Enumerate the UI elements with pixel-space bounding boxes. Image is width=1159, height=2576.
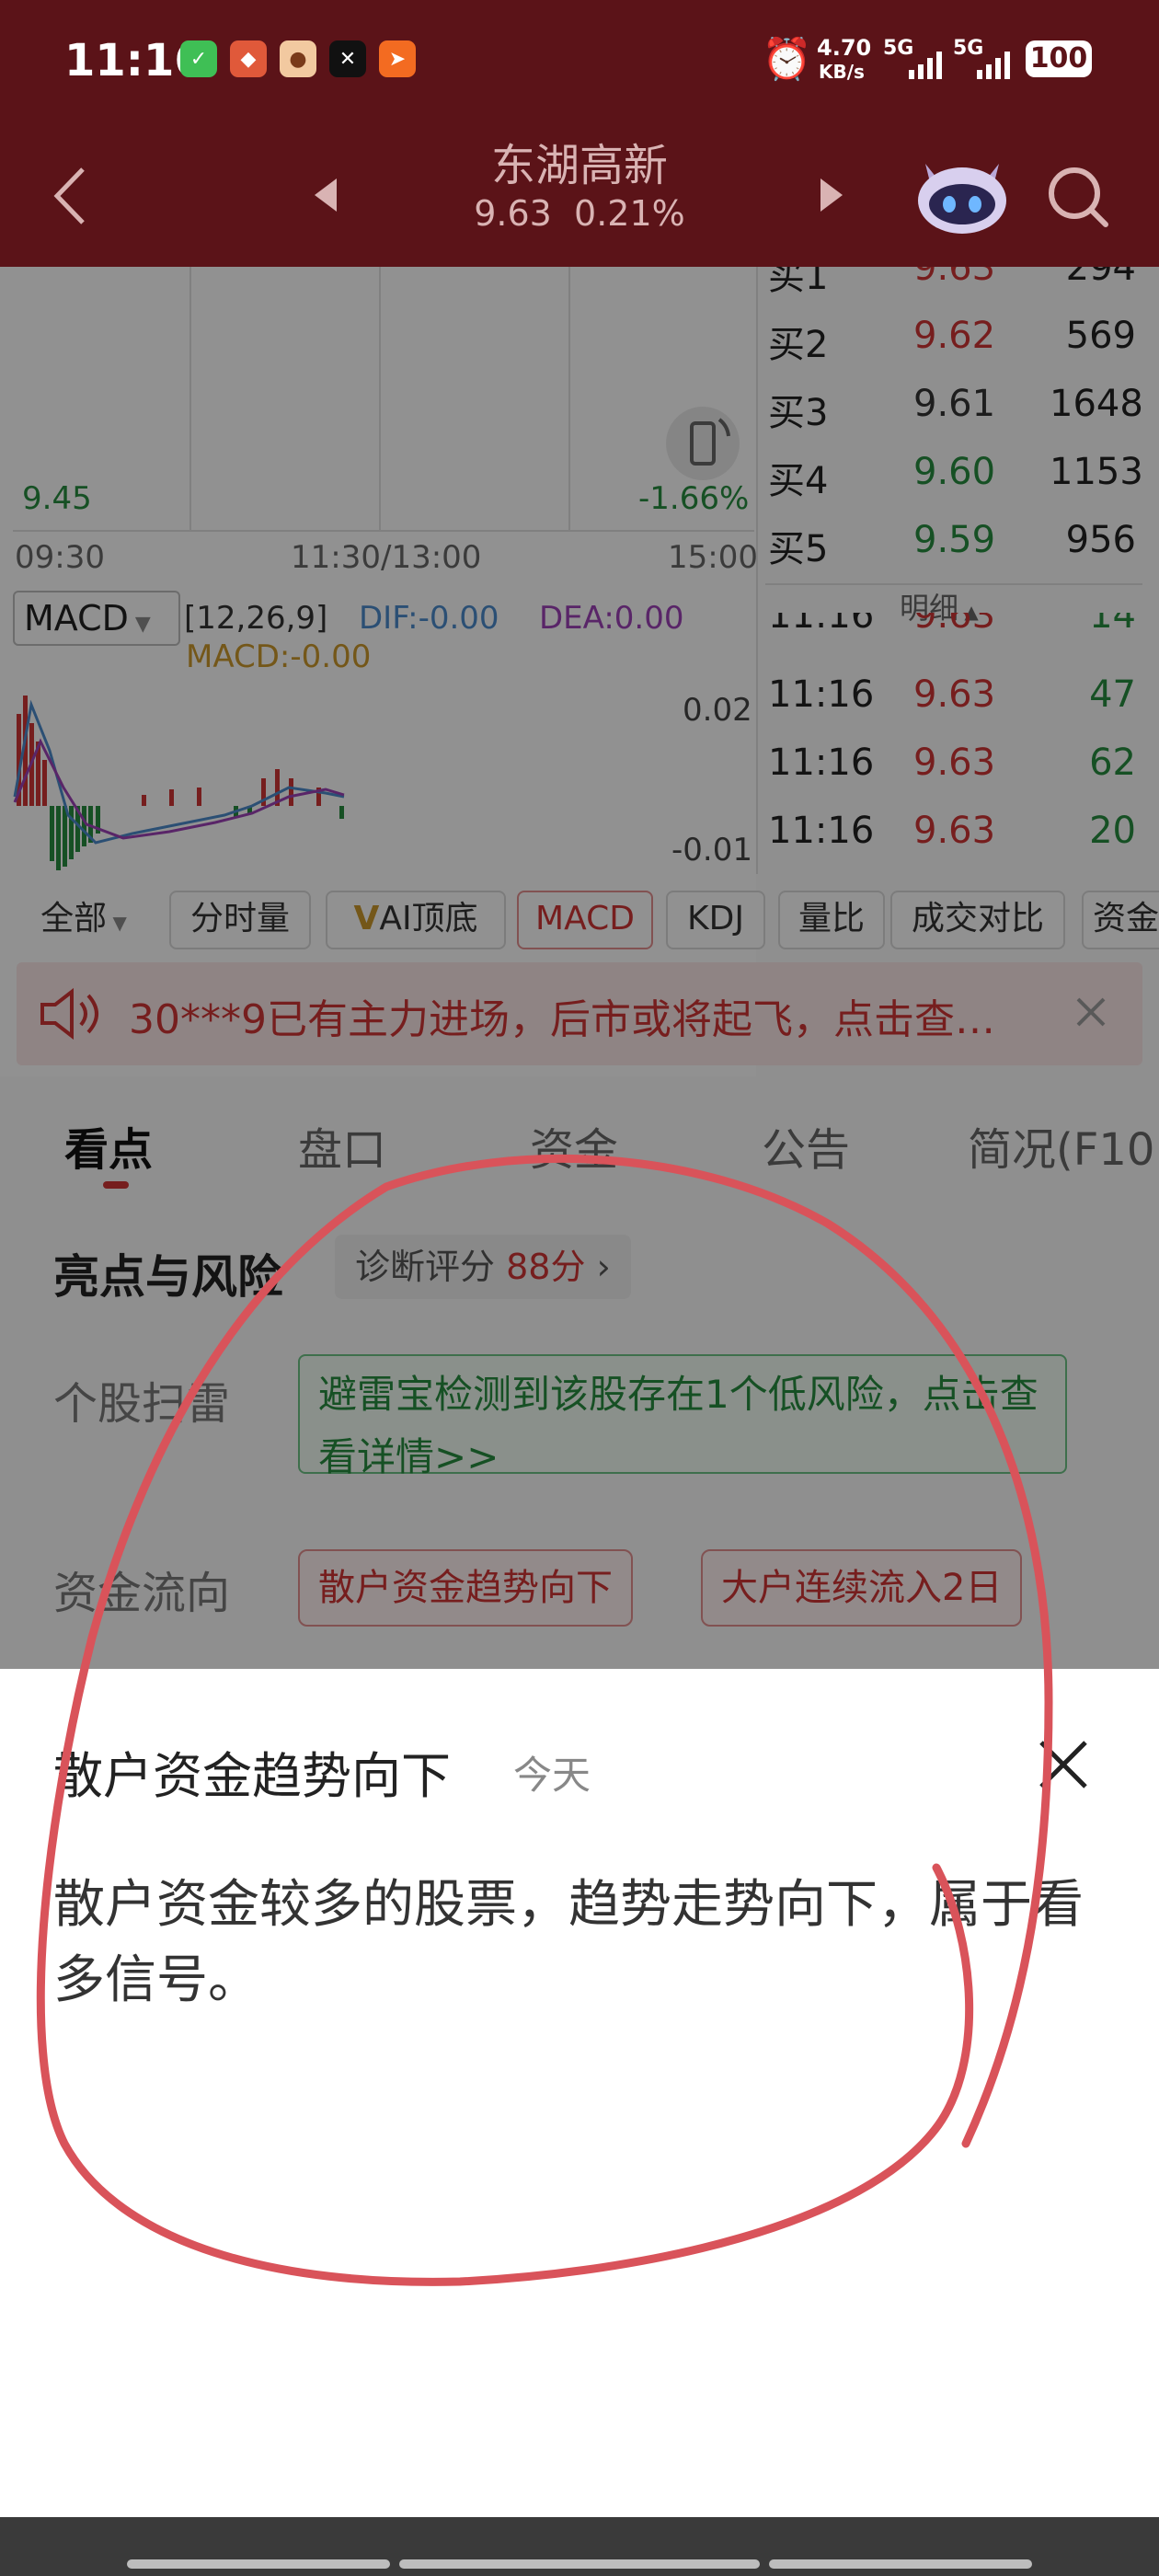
sheet-title: 散户资金趋势向下 (53, 1747, 451, 1805)
stock-detail-content: 9.45 -1.66% 09:30 11:30/13:00 15:00 MACD… (0, 267, 1159, 1669)
nav-indicator-home[interactable] (399, 2559, 760, 2569)
sheet-date: 今天 (513, 1753, 591, 1798)
modal-backdrop[interactable] (0, 267, 1159, 1669)
nav-indicator-left[interactable] (127, 2559, 390, 2569)
sheet-close-icon[interactable] (1036, 1737, 1091, 1792)
nav-indicator-right[interactable] (769, 2559, 1032, 2569)
sheet-body: 散户资金较多的股票，趋势走势向下，属于看多信号。 (53, 1875, 1084, 2010)
header-backdrop (0, 0, 1159, 267)
